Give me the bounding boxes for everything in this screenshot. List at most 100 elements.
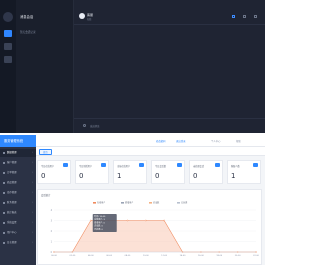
stat-card: 今日会话数 0 [151, 160, 185, 184]
sidebar-nav-item[interactable]: 统计报表 › [0, 209, 36, 217]
phone-icon[interactable] [232, 15, 235, 18]
sidebar-nav-item[interactable]: 日志管理 › [0, 239, 36, 247]
message-input-bar[interactable]: 发送消息 [74, 118, 265, 133]
sidebar-nav-label: 库存管理 [7, 191, 17, 194]
x-tick-label: 00:00 [51, 255, 57, 257]
stat-card: 今日新增用户 0 [75, 160, 109, 184]
topbar-link[interactable]: 修改密码 [156, 139, 166, 143]
sidebar-nav-label: 订单管理 [7, 171, 17, 174]
legend-label: 新增用户 [125, 201, 133, 205]
data-point [145, 219, 147, 222]
series-area [54, 220, 256, 252]
topbar-link[interactable]: 帮助 [236, 139, 241, 143]
x-tick-label: 18:00 [216, 255, 222, 257]
menu-icon [3, 152, 5, 154]
x-tick-label: 12:00 [161, 255, 167, 257]
stat-icon [63, 163, 68, 167]
data-point [89, 219, 92, 222]
menu-icon [3, 222, 5, 224]
menu-icon [3, 172, 5, 174]
sidebar-nav-item[interactable]: 系统设置 › [0, 219, 36, 227]
data-point [163, 219, 165, 222]
menu-icon [3, 162, 5, 164]
topbar-link[interactable]: 退出登录 [176, 139, 186, 143]
sidebar-nav-item[interactable]: 商品管理 › [0, 179, 36, 187]
y-tick-label: 0 [51, 251, 53, 254]
video-icon[interactable] [243, 15, 246, 18]
chevron-right-icon: › [32, 221, 33, 224]
chat-nav-icon[interactable] [4, 30, 12, 37]
menu-icon [3, 242, 5, 244]
stat-icon [253, 163, 258, 167]
legend-swatch [121, 202, 124, 204]
chevron-right-icon: › [32, 231, 33, 234]
data-point [126, 219, 129, 222]
emoji-icon[interactable] [83, 124, 86, 127]
admin-dashboard: 服务管理系统 数据管理 › 客户管理 › 订单管理 › 商品管理 › 库存管理 › 财务管理 › 统计报… [0, 135, 265, 265]
sidebar-nav-label: 财务管理 [7, 201, 17, 204]
x-tick-label: 06:00 [106, 255, 112, 257]
stat-card-title: 当前在线用户 [117, 165, 131, 168]
legend-label: 会话数 [153, 201, 160, 205]
conversation-list-item[interactable]: 暂无会话记录 [20, 30, 36, 34]
sidebar-nav-item[interactable]: 用户中心 › [0, 229, 36, 237]
stat-card-value: 0 [155, 172, 160, 180]
x-tick-label: 10:00 [143, 255, 149, 257]
x-tick-label: 16:00 [198, 255, 204, 257]
tab-home[interactable]: 首页 [39, 149, 52, 155]
x-tick-label: 02:00 [69, 255, 75, 257]
stat-card-value: 0 [193, 172, 198, 180]
conversation-list: 消息会话 暂无会话记录 [16, 0, 74, 133]
stat-card-title: 未处理会话 [193, 165, 204, 168]
area-chart: 0 1 2 3 4 00:00 02:00 04:00 06:00 08:00 10:00 12:00… [51, 201, 260, 257]
sidebar-nav-item[interactable]: 订单管理 › [0, 169, 36, 177]
chevron-right-icon: › [32, 211, 33, 214]
sidebar-nav-item[interactable]: 客户管理 › [0, 159, 36, 167]
tab-bar: 首页 [36, 147, 265, 156]
y-tick-label: 4 [51, 209, 53, 212]
stat-card-value: 0 [79, 172, 84, 180]
chevron-right-icon: › [32, 161, 33, 164]
sidebar-nav-item[interactable]: 数据管理 › [0, 149, 36, 157]
menu-icon [3, 182, 5, 184]
sidebar-nav-label: 日志管理 [7, 241, 17, 244]
app-logo-icon [3, 12, 13, 22]
legend-label: 已处理 [181, 201, 187, 205]
y-tick-label: 3 [51, 219, 53, 222]
x-tick-label: 22:00 [253, 255, 259, 257]
topbar-link[interactable]: 个人中心 [211, 139, 221, 143]
menu-icon [3, 212, 5, 214]
y-tick-label: 2 [51, 230, 53, 233]
dashboard-sidebar: 服务管理系统 数据管理 › 客户管理 › 订单管理 › 商品管理 › 库存管理 › 财务管理 › 统计报… [0, 135, 36, 265]
legend-swatch [149, 202, 152, 204]
settings-nav-icon[interactable] [4, 56, 12, 63]
stat-card: 今日在线用户 0 [37, 160, 71, 184]
chevron-right-icon: › [32, 241, 33, 244]
dashboard-topbar: 修改密码 退出登录 个人中心 帮助 [36, 135, 265, 147]
legend-swatch [93, 202, 96, 204]
stat-icon [139, 163, 144, 167]
sidebar-nav-label: 统计报表 [7, 211, 17, 214]
sidebar-nav-item[interactable]: 库存管理 › [0, 189, 36, 197]
x-tick-label: 14:00 [180, 255, 186, 257]
sidebar-nav-label: 系统设置 [7, 221, 17, 224]
stat-card-title: 今日会话数 [155, 165, 166, 168]
chat-app-window: 消息会话 暂无会话记录 客服 在线 发送消息 [0, 0, 265, 133]
message-input-placeholder: 发送消息 [90, 125, 100, 128]
stat-card-value: 1 [231, 172, 236, 180]
contacts-nav-icon[interactable] [4, 43, 12, 50]
chat-contact-status: 在线 [87, 18, 92, 21]
more-icon[interactable] [254, 15, 257, 18]
stat-card-title: 今日在线用户 [41, 165, 55, 168]
chevron-right-icon: › [32, 151, 33, 154]
legend-label: 在线用户 [97, 201, 105, 205]
stat-card: 客服人数 1 [227, 160, 261, 184]
brand-title: 服务管理系统 [0, 135, 36, 147]
stat-icon [101, 163, 106, 167]
stat-card-value: 1 [117, 172, 122, 180]
menu-icon [3, 202, 5, 204]
chevron-right-icon: › [32, 171, 33, 174]
sidebar-nav-item[interactable]: 财务管理 › [0, 199, 36, 207]
menu-icon [3, 232, 5, 234]
sidebar-nav-label: 用户中心 [7, 231, 17, 234]
